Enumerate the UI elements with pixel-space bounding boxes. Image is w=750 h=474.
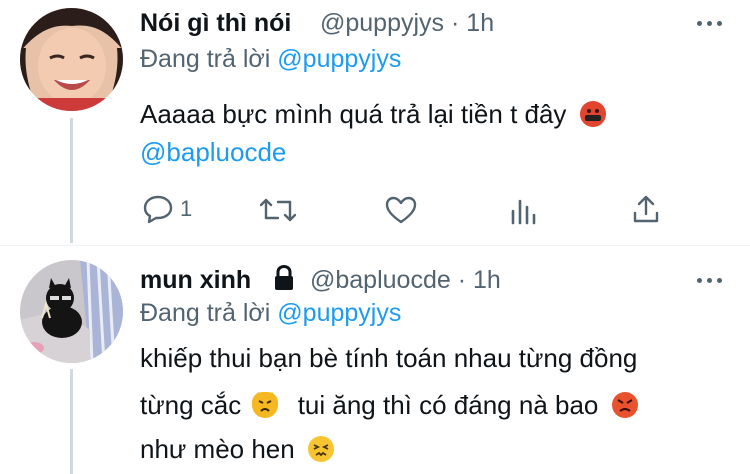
tweet-text: từng cắc tui ăng thì có đáng nà bao: [140, 390, 638, 421]
avatar[interactable]: [20, 260, 123, 363]
tweet-text-part: từng cắc: [140, 390, 242, 420]
heart-icon: [385, 196, 417, 224]
separator: ·: [457, 266, 467, 294]
thread-line: [70, 369, 73, 474]
handle[interactable]: @puppyjys: [320, 9, 444, 37]
tweet-text-line: khiếp thui bạn bè tính toán nhau từng đồ…: [140, 343, 638, 373]
persevering-face-icon: [307, 436, 334, 462]
mention-link[interactable]: @bapluocde: [140, 137, 286, 168]
retweet-icon: [260, 198, 296, 222]
views-button[interactable]: [510, 197, 538, 225]
like-button[interactable]: [385, 195, 417, 225]
tweet-text-part: tui ăng thì có đáng nà bao: [297, 390, 599, 420]
more-horizontal-icon[interactable]: [697, 278, 722, 283]
tweet-divider: [0, 245, 750, 246]
share-icon: [633, 195, 659, 223]
tweet-text: như mèo hen: [140, 434, 334, 465]
reply-icon: [143, 195, 173, 224]
thread-line: [70, 118, 73, 243]
replying-to-link[interactable]: @puppyjys: [277, 45, 401, 73]
share-button[interactable]: [632, 194, 660, 224]
timestamp[interactable]: 1h: [473, 266, 501, 294]
replying-to: Đang trả lời @puppyjys: [140, 45, 401, 74]
tweet-text-part: như mèo hen: [140, 434, 295, 464]
more-horizontal-icon[interactable]: [697, 21, 722, 26]
reply-count: 1: [180, 196, 193, 221]
replying-to-link[interactable]: @puppyjys: [277, 299, 401, 327]
tweet-text-line: Aaaaa bực mình quá trả lại tiền t đây: [140, 99, 567, 129]
avatar-image: [20, 8, 123, 111]
retweet-button[interactable]: [260, 196, 296, 224]
display-name[interactable]: mun xinh: [140, 266, 251, 295]
angry-face-icon: [611, 392, 638, 418]
avatar[interactable]: [20, 8, 123, 111]
pouting-cat-face-icon: [252, 392, 279, 418]
tweet-text: Aaaaa bực mình quá trả lại tiền t đây: [140, 99, 606, 130]
replying-label: Đang trả lời: [140, 45, 271, 73]
handle[interactable]: @bapluocde: [310, 266, 451, 294]
display-name[interactable]: Nói gì thì nói: [140, 9, 291, 38]
tweet-meta: @bapluocde · 1h: [310, 266, 501, 295]
reply-button[interactable]: 1: [142, 194, 192, 224]
replying-to: Đang trả lời @puppyjys: [140, 299, 401, 328]
timestamp[interactable]: 1h: [466, 9, 494, 37]
tweet-meta: @puppyjys · 1h: [320, 9, 494, 38]
face-with-symbols-on-mouth-icon: [579, 101, 606, 127]
analytics-icon: [511, 199, 536, 225]
separator: ·: [451, 9, 460, 37]
lock-icon: [273, 264, 295, 296]
avatar-image: [20, 260, 123, 363]
replying-label: Đang trả lời: [140, 299, 271, 327]
